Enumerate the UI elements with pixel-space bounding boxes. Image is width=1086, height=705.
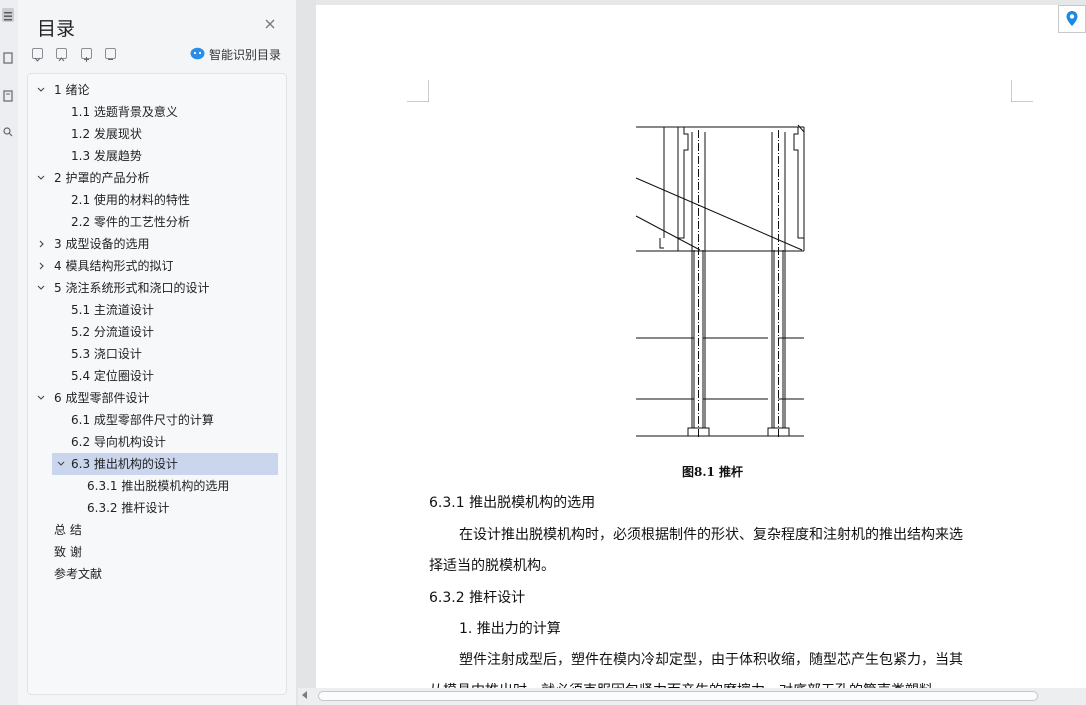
- panel-splitter[interactable]: [296, 0, 316, 705]
- add-heading-icon[interactable]: [81, 48, 92, 62]
- scrollbar-thumb[interactable]: [318, 691, 1038, 701]
- toc-item-summary[interactable]: 总 结: [54, 519, 82, 541]
- paragraph-text: 在设计推出脱模机构时，必须根据制件的形状、复杂程度和注射机的推出结构来选: [459, 527, 963, 543]
- page-corner-mark: [407, 80, 429, 102]
- remove-heading-icon[interactable]: [105, 48, 116, 60]
- toc-item-thanks[interactable]: 致 谢: [54, 541, 82, 563]
- toc-item-6-3-1[interactable]: 6.3.1 推出脱模机构的选用: [87, 475, 229, 497]
- figure-caption: 图8.1 推杆: [682, 465, 744, 479]
- toc-item-3[interactable]: 3 成型设备的选用: [36, 233, 276, 255]
- toc-item-6-3-2[interactable]: 6.3.2 推杆设计: [87, 497, 169, 519]
- smart-toc-label: 智能识别目录: [209, 48, 282, 62]
- toc-item-1[interactable]: 1 绪论: [36, 79, 276, 101]
- section-heading-6-3-1: 6.3.1 推出脱模机构的选用: [429, 495, 596, 511]
- toc-item-5-2[interactable]: 5.2 分流道设计: [71, 321, 154, 343]
- robot-icon: [190, 47, 205, 63]
- section-heading-6-3-2: 6.3.2 推杆设计: [429, 590, 526, 606]
- toc-item-6[interactable]: 6 成型零部件设计: [36, 387, 276, 409]
- chevron-down-icon[interactable]: [36, 277, 46, 299]
- paragraph-text: 从模具中推出时，就必须克服因包紧力而产生的摩擦力。对底部无孔的筒壳类塑料: [429, 680, 933, 688]
- toc-item-1-3[interactable]: 1.3 发展趋势: [71, 145, 142, 167]
- toc-item-4[interactable]: 4 模具结构形式的拟订: [36, 255, 276, 277]
- paragraph-text: 塑件注射成型后，塑件在模内冷却定型，由于体积收缩，随型芯产生包紧力，当其: [459, 652, 963, 668]
- horizontal-scrollbar[interactable]: [298, 688, 1086, 705]
- page-corner-mark: [1011, 80, 1033, 102]
- chevron-right-icon[interactable]: [36, 233, 46, 255]
- toc-panel: 目录 智能识别目录 1 绪论 1.1 选题背景及意义 1.2 发展现状 1.3 …: [18, 0, 296, 705]
- location-pin-icon[interactable]: [1058, 5, 1086, 33]
- chevron-down-icon[interactable]: [36, 79, 46, 101]
- toc-item-2[interactable]: 2 护罩的产品分析: [36, 167, 276, 189]
- toc-title: 目录: [37, 18, 76, 40]
- toc-item-2-2[interactable]: 2.2 零件的工艺性分析: [71, 211, 190, 233]
- toc-item-6-2[interactable]: 6.2 导向机构设计: [71, 431, 166, 453]
- toc-item-1-1[interactable]: 1.1 选题背景及意义: [71, 101, 178, 123]
- bookmark-nav-icon[interactable]: [2, 50, 14, 64]
- side-icon-strip: [0, 0, 19, 705]
- toc-item-references[interactable]: 参考文献: [54, 563, 102, 585]
- subheading-text: 1. 推出力的计算: [459, 621, 561, 637]
- collapse-all-icon[interactable]: [56, 48, 67, 62]
- page-nav-icon[interactable]: [2, 88, 14, 102]
- chevron-down-icon[interactable]: [36, 167, 46, 189]
- document-page: 图8.1 推杆 6.3.1 推出脱模机构的选用 在设计推出脱模机构时，必须根据制…: [316, 0, 1086, 688]
- close-icon[interactable]: [263, 16, 277, 30]
- toc-list: 1 绪论 1.1 选题背景及意义 1.2 发展现状 1.3 发展趋势 2 护罩的…: [27, 73, 287, 695]
- smart-toc-button[interactable]: 智能识别目录: [190, 46, 281, 63]
- toc-item-6-3[interactable]: 6.3 推出机构的设计: [52, 453, 278, 475]
- scroll-left-icon[interactable]: [302, 691, 307, 699]
- toc-item-5[interactable]: 5 浇注系统形式和浇口的设计: [36, 277, 276, 299]
- toc-item-1-2[interactable]: 1.2 发展现状: [71, 123, 142, 145]
- search-nav-icon[interactable]: [2, 124, 14, 138]
- chevron-down-icon[interactable]: [36, 387, 46, 409]
- toc-item-5-3[interactable]: 5.3 浇口设计: [71, 343, 142, 365]
- toc-item-5-1[interactable]: 5.1 主流道设计: [71, 299, 154, 321]
- toc-item-2-1[interactable]: 2.1 使用的材料的特性: [71, 189, 190, 211]
- paragraph-text: 择适当的脱模机构。: [429, 558, 555, 574]
- toc-nav-icon[interactable]: [2, 8, 14, 22]
- chevron-down-icon[interactable]: [56, 453, 66, 475]
- chevron-right-icon[interactable]: [36, 255, 46, 277]
- toc-item-5-4[interactable]: 5.4 定位圈设计: [71, 365, 154, 387]
- toc-item-6-1[interactable]: 6.1 成型零部件尺寸的计算: [71, 409, 214, 431]
- ejector-pin-drawing: [635, 124, 805, 438]
- page-top-border: [316, 0, 1086, 5]
- expand-all-icon[interactable]: [32, 48, 43, 62]
